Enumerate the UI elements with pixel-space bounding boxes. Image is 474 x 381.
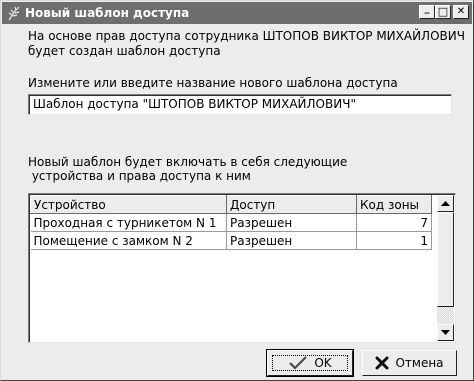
table-row[interactable]: Проходная с турникетом N 1 Разрешен 7 (30, 213, 432, 232)
scroll-thumb[interactable] (437, 212, 454, 307)
minimize-button[interactable]: _ (419, 3, 435, 19)
name-field-label: Измените или введите название нового шаб… (28, 76, 398, 90)
table-header-row: Устройство Доступ Код зоны (30, 195, 432, 214)
devices-grid[interactable]: Устройство Доступ Код зоны Проходная с т… (28, 193, 456, 343)
cell-zone-code[interactable]: 7 (356, 213, 432, 232)
cancel-button[interactable]: Отмена (362, 350, 457, 376)
ok-button[interactable]: OK (266, 349, 354, 377)
arrow-up-icon (441, 200, 450, 206)
maximize-button[interactable]: □ (435, 5, 451, 19)
feather-icon (5, 4, 23, 22)
cancel-button-label: Отмена (395, 356, 444, 370)
close-icon: ✕ (456, 6, 466, 17)
devices-caption-line-1: Новый шаблон будет включать в себя следу… (28, 155, 348, 169)
cell-access[interactable]: Разрешен (226, 231, 357, 250)
dialog-window: Новый шаблон доступа _ □ ✕ На основе пра… (0, 0, 474, 381)
close-button[interactable]: ✕ (453, 5, 469, 19)
column-header-device[interactable]: Устройство (30, 195, 227, 214)
arrow-down-icon (441, 329, 450, 335)
table-row[interactable]: Помещение с замком N 2 Разрешен 1 (30, 231, 432, 250)
scroll-down-button[interactable] (437, 324, 454, 341)
intro-line-1: На основе прав доступа сотрудника ШТОПОВ… (28, 29, 465, 43)
scroll-up-button[interactable] (437, 195, 454, 212)
column-header-zone-code[interactable]: Код зоны (356, 195, 432, 214)
template-name-input[interactable]: Шаблон доступа "ШТОПОВ ВИКТОР МИХАЙЛОВИЧ… (28, 94, 452, 115)
cell-device[interactable]: Проходная с турникетом N 1 (30, 213, 227, 232)
devices-table: Устройство Доступ Код зоны Проходная с т… (30, 195, 432, 250)
x-icon (375, 356, 389, 370)
devices-caption-line-2: устройства и права доступа к ним (28, 169, 251, 183)
cell-zone-code[interactable]: 1 (356, 231, 432, 250)
window-title: Новый шаблон доступа (25, 6, 190, 20)
title-bar[interactable]: Новый шаблон доступа _ □ ✕ (2, 2, 472, 24)
maximize-icon: □ (437, 5, 449, 18)
column-header-access[interactable]: Доступ (226, 195, 357, 214)
focus-rectangle (272, 355, 348, 371)
intro-line-2: будет создан шаблон доступа (28, 44, 221, 58)
minimize-icon: _ (424, 3, 430, 14)
cell-device[interactable]: Помещение с замком N 2 (30, 231, 227, 250)
cell-access[interactable]: Разрешен (226, 213, 357, 232)
vertical-scrollbar[interactable] (437, 195, 454, 341)
